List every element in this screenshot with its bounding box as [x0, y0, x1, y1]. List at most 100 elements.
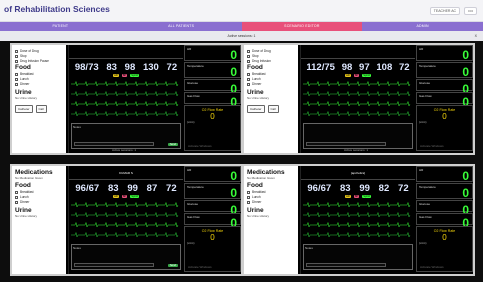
- monitor-header: KUMAR S: [69, 166, 183, 180]
- vital-value: 97: [359, 62, 370, 73]
- food-option[interactable]: Dinner: [247, 82, 295, 86]
- close-icon[interactable]: X: [475, 31, 477, 41]
- vitals-readout: 98/73 83 98 130 72: [69, 59, 183, 73]
- ecg-waveform: [303, 222, 411, 228]
- monitor-panel: Medications No Medication Given Food Breakf…: [10, 164, 243, 276]
- food-option[interactable]: Lunch: [15, 77, 63, 81]
- radio-icon[interactable]: [247, 82, 250, 86]
- food-option[interactable]: Lunch: [247, 195, 295, 199]
- notes-input[interactable]: [306, 142, 386, 146]
- checkbox-icon[interactable]: [15, 59, 18, 63]
- checkbox-icon[interactable]: [247, 59, 250, 63]
- vitals-monitor: 98/73 83 98 130 72 HR BP SpO2 Notes Send: [68, 45, 183, 153]
- food-option-label: Breakfast: [252, 190, 266, 194]
- drug-option-label: Dose of Drug: [252, 49, 271, 53]
- catheter-button[interactable]: Catheter: [15, 105, 33, 113]
- legend-item: SpO2: [362, 74, 371, 77]
- windows-watermark: Activate Windows: [188, 265, 212, 269]
- legend-item: SpO2: [130, 195, 139, 198]
- vital-value: 130: [142, 62, 159, 73]
- food-option[interactable]: Breakfast: [15, 190, 63, 194]
- radio-icon[interactable]: [15, 195, 18, 199]
- nav-all-patients[interactable]: ALL PATIENTS: [120, 22, 242, 31]
- o2-flow-value: 0: [210, 233, 215, 242]
- nav-scenario-editor[interactable]: SCENARIO EDITOR: [241, 22, 363, 31]
- radio-icon[interactable]: [247, 200, 250, 204]
- catheter-button[interactable]: Catheter: [247, 105, 265, 113]
- windows-watermark: Activate Windows: [420, 144, 444, 148]
- food-option[interactable]: Lunch: [15, 195, 63, 199]
- medications-status: No Medication Given: [247, 176, 275, 180]
- user-pill[interactable]: TEACHER AC: [429, 7, 461, 15]
- o2-unit: (L/min): [419, 242, 427, 245]
- notes-title: Notes: [73, 246, 81, 250]
- monitor-header: [69, 45, 183, 59]
- vital-box: Glucose 0: [184, 200, 241, 217]
- gas-flow-box: Gas Flow 0: [184, 213, 241, 230]
- waveform-legend: HR BP SpO2: [301, 74, 415, 77]
- food-option[interactable]: Dinner: [15, 200, 63, 204]
- legend-item: HR: [113, 195, 119, 198]
- radio-icon[interactable]: [247, 77, 250, 81]
- drug-option[interactable]: Drug Infusion: [247, 59, 295, 63]
- checkbox-icon[interactable]: [247, 49, 250, 53]
- checkbox-icon[interactable]: [247, 54, 250, 58]
- vital-value: 87: [146, 183, 158, 194]
- radio-icon[interactable]: [15, 77, 18, 81]
- notes-area: Notes Send: [71, 123, 181, 149]
- notes-input[interactable]: [74, 142, 154, 146]
- radio-icon[interactable]: [247, 190, 250, 194]
- ecg-waveform: [71, 232, 179, 238]
- patient-name: [apcholics]: [350, 170, 366, 175]
- vital-value: 72: [399, 62, 410, 73]
- notifications-pill[interactable]: ••••: [464, 7, 477, 15]
- drug-option[interactable]: Dose of Drug: [247, 49, 295, 53]
- send-button[interactable]: Send: [167, 264, 178, 267]
- checkbox-icon[interactable]: [15, 54, 18, 58]
- nav-patient[interactable]: PATIENT: [0, 22, 121, 31]
- food-option[interactable]: Dinner: [247, 200, 295, 204]
- ecg-waveform: [71, 81, 179, 87]
- drug-option[interactable]: Stop: [15, 54, 63, 58]
- food-option[interactable]: Breakfast: [247, 190, 295, 194]
- food-option[interactable]: Lunch: [247, 77, 295, 81]
- vitals-readout: 96/67 83 99 87 72: [69, 180, 183, 194]
- drug-option[interactable]: Dose of Drug: [15, 49, 63, 53]
- urine-status: No Urine History: [15, 214, 38, 218]
- radio-icon[interactable]: [247, 195, 250, 199]
- gas-flow-box: Gas Flow 0: [416, 213, 473, 230]
- nav-admin[interactable]: ADMIN: [362, 22, 483, 31]
- monitor-panel: Dose of Drug Stop Drug Infusion Food Breakfa…: [242, 43, 475, 155]
- radio-icon[interactable]: [247, 72, 250, 76]
- legend-item: SpO2: [130, 74, 139, 77]
- ecg-waveform: [303, 202, 411, 208]
- vitals-readout: 96/67 83 99 82 72: [301, 180, 415, 194]
- radio-icon[interactable]: [15, 72, 18, 76]
- gas-flow-box: Gas Flow 0: [184, 92, 241, 109]
- radio-icon[interactable]: [15, 82, 18, 86]
- vitals-monitor: KUMAR S 96/67 83 99 87 72 HR BP SpO2 Notes Send: [68, 166, 183, 274]
- ecg-waveform: [71, 101, 179, 107]
- vital-value: 83: [339, 183, 351, 194]
- notes-input[interactable]: [74, 263, 154, 267]
- checkbox-icon[interactable]: [15, 49, 18, 53]
- urine-status: No Urine History: [15, 96, 38, 100]
- send-button[interactable]: Send: [167, 143, 178, 146]
- call-button[interactable]: Call: [35, 105, 47, 113]
- drug-option[interactable]: Stop: [247, 54, 295, 58]
- food-option[interactable]: Breakfast: [15, 72, 63, 76]
- medications-title: Medications: [247, 169, 285, 176]
- o2-flow-value: 0: [442, 233, 447, 242]
- vital-value: 98: [341, 62, 353, 73]
- food-option[interactable]: Breakfast: [247, 72, 295, 76]
- radio-icon[interactable]: [15, 190, 18, 194]
- radio-icon[interactable]: [15, 200, 18, 204]
- notes-area: Notes Send: [71, 244, 181, 270]
- vital-value: 72: [398, 183, 409, 194]
- food-option[interactable]: Dinner: [15, 82, 63, 86]
- notes-input[interactable]: [306, 263, 386, 267]
- call-button[interactable]: Call: [267, 105, 279, 113]
- drug-option[interactable]: Drug Infusion Pause: [15, 59, 63, 63]
- sessions-bar: Active sessions: 1 X: [0, 31, 483, 41]
- monitor-header: [301, 45, 415, 59]
